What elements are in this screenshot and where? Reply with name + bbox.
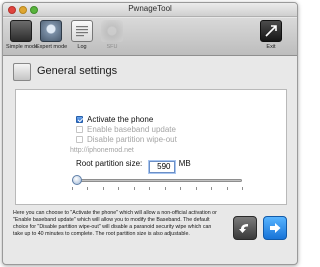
toolbar-item-expert-mode[interactable]: Expert mode [36,20,68,50]
slider-tick [242,187,243,190]
slider-ticks [72,187,243,191]
window-title: PwnageTool [128,4,172,13]
expert-mode-icon [40,20,62,42]
toolbar-label-exit: Exit [266,44,276,50]
help-text: Here you can choose to "Activate the pho… [13,210,217,237]
disable-partition-wipeout-label: Disable partition wipe-out [87,135,177,144]
enable-baseband-update-label: Enable baseband update [87,125,176,134]
slider-tick [164,187,166,190]
root-partition-slider[interactable] [72,175,242,186]
slider-tick [133,187,135,190]
root-partition-size-row: Root partition size: 590 MB [76,159,191,173]
toolbar-item-log[interactable]: Log [67,20,97,50]
checkbox-unchecked-icon[interactable] [76,136,83,143]
toolbar-label-log: Log [77,44,87,50]
toolbar-item-exit[interactable]: Exit [256,20,286,50]
section-header: General settings [11,61,291,85]
slider-knob[interactable] [72,175,83,185]
slider-tick [102,187,104,190]
root-partition-size-input[interactable]: 590 [148,161,175,173]
exit-icon [260,20,282,42]
settings-page-icon [13,63,31,81]
slider-tick [87,187,89,190]
checkbox-unchecked-icon[interactable] [76,126,83,133]
watermark-url: http://iphonemod.net [70,147,134,154]
log-icon [71,20,93,42]
toolbar-label-sfu: SFU [106,44,118,50]
toolbar-label-expert-mode: Expert mode [36,44,68,50]
activate-phone-label: Activate the phone [87,115,154,124]
simple-mode-icon [10,20,32,42]
slider-tick [195,187,197,190]
next-arrow-icon [270,223,281,233]
slider-tick [180,187,182,190]
toolbar-item-sfu[interactable]: SFU [97,20,127,50]
title-bar[interactable]: PwnageTool [3,3,297,17]
slider-track[interactable] [72,179,242,182]
checkbox-checked-icon[interactable] [76,116,83,123]
pwnagetool-window: PwnageTool Simple mode Expert mode Log S… [2,2,298,265]
settings-panel: Activate the phone Enable baseband updat… [15,89,287,205]
enable-baseband-update-checkbox[interactable]: Enable baseband update [76,125,176,134]
slider-tick [149,187,151,190]
toolbar-label-simple-mode: Simple mode [6,44,39,50]
slider-tick [72,187,73,190]
toolbar-item-simple-mode[interactable]: Simple mode [6,20,39,50]
root-partition-unit: MB [178,159,191,168]
slider-tick [211,187,213,190]
toolbar: Simple mode Expert mode Log SFU Exit [3,18,297,56]
back-arrow-icon [239,224,248,233]
root-partition-size-label: Root partition size: [76,159,143,168]
slider-tick [118,187,120,190]
disable-partition-wipeout-checkbox[interactable]: Disable partition wipe-out [76,135,177,144]
slider-tick [226,187,228,190]
back-button[interactable] [233,216,257,240]
page-title: General settings [37,65,118,77]
sfu-icon [101,20,123,42]
activate-phone-checkbox[interactable]: Activate the phone [76,115,153,124]
next-button[interactable] [263,216,287,240]
